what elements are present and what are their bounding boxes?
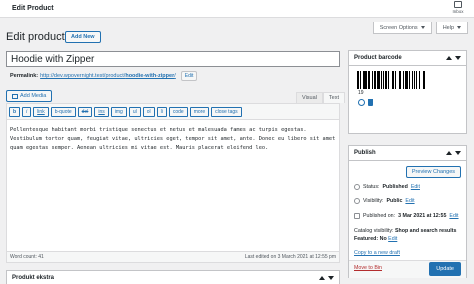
barcode-actions: [358, 99, 373, 106]
featured-value: No: [379, 235, 387, 242]
editor-tabs: Visual Text: [296, 92, 345, 103]
permalink-end: /: [174, 73, 176, 79]
permalink-slug: hoodie-with-zipper: [125, 73, 175, 79]
tab-text[interactable]: Text: [322, 92, 345, 103]
qt-link-button[interactable]: link: [33, 106, 49, 117]
screen-options-label: Screen Options: [379, 24, 418, 31]
quicktags-toolbar: b i link b-quote del ins img ul ol li co…: [7, 104, 339, 120]
help-label: Help: [442, 24, 454, 31]
publish-box: Publish Preview Changes Status: Publishe…: [348, 145, 467, 278]
qt-code-button[interactable]: code: [168, 106, 188, 117]
permalink-row: Permalink: http://dev.wpovernight.test/p…: [10, 71, 198, 81]
status-row: Status: Published Edit: [354, 184, 420, 190]
screen-options-button[interactable]: Screen Options: [372, 22, 432, 34]
add-media-button[interactable]: Add Media: [6, 90, 53, 102]
copy-to-draft-link[interactable]: Copy to a new draft: [354, 250, 400, 256]
arrow-down-icon[interactable]: [328, 276, 334, 280]
barcode-bar: [423, 71, 425, 89]
box-header[interactable]: Produkt ekstra: [7, 271, 339, 284]
arrow-up-icon[interactable]: [446, 151, 452, 155]
inbox-icon: [454, 1, 462, 8]
qt-blockquote-button[interactable]: b-quote: [50, 106, 76, 117]
permalink-base: http://dev.wpovernight.test/product/: [40, 73, 126, 79]
pin-icon: [354, 184, 360, 190]
add-media-label: Add Media: [20, 93, 47, 99]
calendar-icon: [354, 213, 360, 219]
editor-status-bar: Word count: 41 Last edited on 3 March 20…: [6, 251, 340, 263]
box-title: Publish: [354, 150, 376, 156]
text-editor: b i link b-quote del ins img ul ol li co…: [6, 103, 340, 263]
box-arrows: [446, 151, 461, 155]
edit-catalog-link[interactable]: Edit: [388, 236, 397, 242]
arrow-down-icon[interactable]: [455, 151, 461, 155]
qt-del-button[interactable]: del: [77, 106, 93, 117]
barcode-image: [357, 71, 443, 89]
trash-icon[interactable]: [368, 99, 373, 106]
move-to-bin-link[interactable]: Move to Bin: [354, 265, 382, 271]
qt-ul-button[interactable]: ul: [128, 106, 141, 117]
inbox-label: Inbox: [452, 9, 464, 14]
page-title: Edit product: [6, 31, 65, 43]
header-title: Edit Product: [12, 5, 54, 12]
edit-status-link[interactable]: Edit: [411, 184, 420, 190]
box-arrows: [446, 56, 461, 60]
add-new-button[interactable]: Add New: [65, 31, 101, 43]
published-on-row: Published on: 3 Mar 2021 at 12:55 Edit: [354, 213, 459, 219]
catalog-label: Catalog visibility:: [354, 228, 394, 234]
eye-icon: [354, 198, 360, 204]
status-label: Status:: [363, 184, 380, 190]
edit-visibility-link[interactable]: Edit: [405, 198, 414, 204]
qt-li-button[interactable]: li: [156, 106, 167, 117]
qt-img-button[interactable]: img: [110, 106, 127, 117]
arrow-down-icon[interactable]: [455, 56, 461, 60]
produkt-ekstra-box: Produkt ekstra: [6, 270, 340, 284]
arrow-up-icon[interactable]: [446, 56, 452, 60]
qt-ins-button[interactable]: ins: [94, 106, 109, 117]
arrow-up-icon[interactable]: [319, 276, 325, 280]
qt-ol-button[interactable]: ol: [142, 106, 155, 117]
product-title-input[interactable]: Hoodie with Zipper: [6, 51, 340, 67]
product-barcode-box: Product barcode 19: [348, 50, 467, 134]
status-value: Published: [382, 184, 408, 190]
inbox-button[interactable]: Inbox: [448, 1, 468, 14]
qt-italic-button[interactable]: i: [22, 106, 32, 117]
published-label: Published on:: [363, 213, 396, 219]
preview-changes-button[interactable]: Preview Changes: [405, 166, 461, 178]
publish-actions: Move to Bin Update: [349, 260, 466, 278]
update-button[interactable]: Update: [429, 262, 461, 276]
box-header[interactable]: Publish: [349, 146, 466, 161]
permalink-link[interactable]: http://dev.wpovernight.test/product/hood…: [40, 73, 176, 79]
box-title: Product barcode: [354, 55, 402, 61]
screen-meta-links: Screen Options Help: [372, 22, 468, 34]
media-icon: [12, 93, 18, 99]
regenerate-icon[interactable]: [358, 99, 365, 106]
box-header[interactable]: Product barcode: [349, 51, 466, 66]
published-value: 3 Mar 2021 at 12:55: [398, 213, 447, 219]
content-textarea[interactable]: Pellentesque habitant morbi tristique se…: [7, 120, 339, 159]
featured-label: Featured:: [354, 235, 379, 242]
visibility-label: Visibility:: [363, 198, 384, 204]
edit-date-link[interactable]: Edit: [449, 213, 458, 219]
admin-header: Edit Product Inbox: [0, 0, 474, 18]
catalog-visibility: Catalog visibility: Shop and search resu…: [354, 228, 466, 243]
qt-more-button[interactable]: more: [189, 106, 210, 117]
box-title: Produkt ekstra: [12, 275, 55, 281]
permalink-label: Permalink:: [10, 73, 39, 79]
chevron-down-icon: [457, 26, 461, 29]
qt-close-tags-button[interactable]: close tags: [211, 106, 242, 117]
qt-bold-button[interactable]: b: [9, 106, 21, 117]
chevron-down-icon: [420, 26, 425, 29]
visibility-row: Visibility: Public Edit: [354, 198, 415, 204]
help-button[interactable]: Help: [435, 22, 468, 34]
barcode-number: 19: [358, 90, 364, 96]
last-edited: Last edited on 3 March 2021 at 12:55 pm: [244, 254, 336, 260]
word-count: Word count: 41: [10, 254, 44, 260]
catalog-value: Shop and search results: [394, 228, 457, 234]
visibility-value: Public: [386, 198, 403, 204]
tab-visual[interactable]: Visual: [296, 92, 323, 103]
box-arrows: [319, 276, 334, 280]
edit-slug-button[interactable]: Edit: [180, 71, 198, 81]
